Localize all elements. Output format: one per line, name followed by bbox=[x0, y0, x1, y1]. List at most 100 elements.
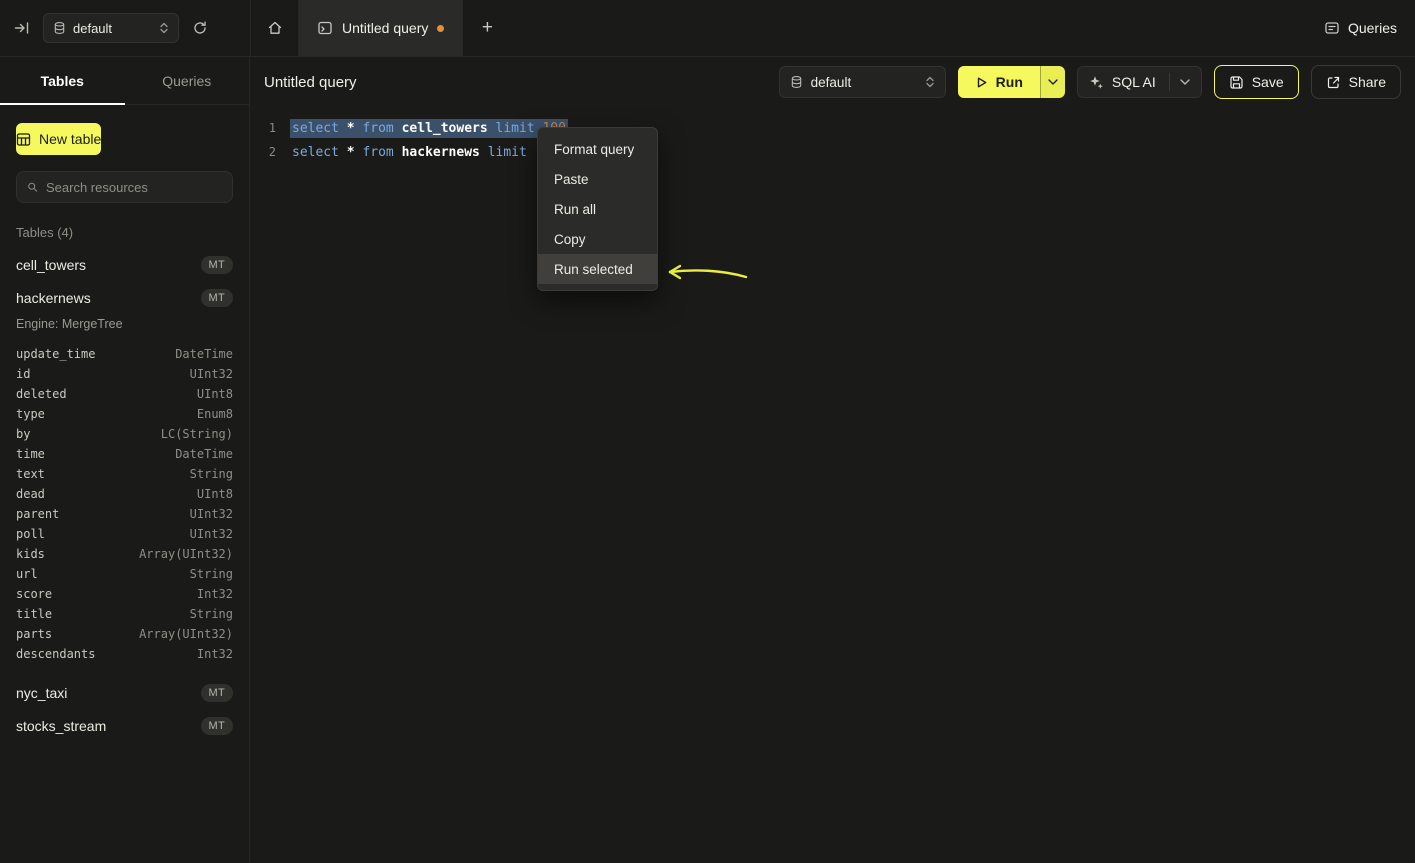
menu-item-copy[interactable]: Copy bbox=[538, 224, 657, 254]
share-button[interactable]: Share bbox=[1311, 65, 1401, 99]
column-row: update_time DateTime bbox=[16, 344, 233, 364]
tab-untitled-query[interactable]: Untitled query bbox=[298, 0, 463, 56]
tables-list: cell_towersMThackernewsMTEngine: MergeTr… bbox=[0, 248, 249, 742]
main: Untitled query default Run bbox=[250, 57, 1415, 863]
column-name: type bbox=[16, 407, 45, 421]
run-button[interactable]: Run bbox=[958, 66, 1040, 98]
queries-button[interactable]: Queries bbox=[1324, 20, 1397, 36]
table-name: hackernews bbox=[16, 290, 91, 306]
chevron-down-icon bbox=[1180, 79, 1190, 85]
topbar-right: Queries bbox=[1324, 0, 1397, 56]
column-type: LC(String) bbox=[161, 427, 233, 441]
table-row[interactable]: hackernews MT bbox=[0, 281, 249, 314]
column-name: deleted bbox=[16, 387, 67, 401]
column-name: update_time bbox=[16, 347, 95, 361]
new-table-button[interactable]: New table bbox=[16, 123, 101, 155]
sidebar-tabs: Tables Queries bbox=[0, 57, 249, 105]
editor-header: Untitled query default Run bbox=[250, 57, 1415, 107]
database-selector-value: default bbox=[73, 21, 112, 36]
column-row: score Int32 bbox=[16, 584, 233, 604]
column-name: parent bbox=[16, 507, 59, 521]
run-split-button: Run bbox=[958, 66, 1065, 98]
column-name: dead bbox=[16, 487, 45, 501]
new-tab-button[interactable]: + bbox=[463, 0, 511, 56]
sparkle-icon bbox=[1089, 75, 1104, 90]
tab-label: Untitled query bbox=[342, 20, 428, 36]
column-name: text bbox=[16, 467, 45, 481]
run-label: Run bbox=[996, 74, 1023, 90]
menu-item-paste[interactable]: Paste bbox=[538, 164, 657, 194]
column-type: Enum8 bbox=[197, 407, 233, 421]
save-button[interactable]: Save bbox=[1214, 65, 1299, 99]
column-name: score bbox=[16, 587, 52, 601]
search-input[interactable] bbox=[46, 180, 222, 195]
chevron-down-icon bbox=[1048, 79, 1058, 85]
column-row: titleString bbox=[16, 604, 233, 624]
column-row: timeDateTime bbox=[16, 444, 233, 464]
table-name: stocks_stream bbox=[16, 718, 106, 734]
tables-section-label: Tables (4) bbox=[16, 225, 233, 240]
column-type: String bbox=[190, 567, 233, 581]
sidebar-tab-queries[interactable]: Queries bbox=[125, 57, 250, 104]
run-options-button[interactable] bbox=[1040, 66, 1065, 98]
menu-item-format-query[interactable]: Format query bbox=[538, 134, 657, 164]
menu-item-run-selected[interactable]: Run selected bbox=[538, 254, 657, 284]
database-selector-editor[interactable]: default bbox=[779, 66, 946, 98]
queries-label: Queries bbox=[1348, 20, 1397, 36]
topbar-left: default bbox=[0, 0, 250, 56]
column-type: Array(UInt32) bbox=[139, 547, 233, 561]
collapse-sidebar-icon[interactable] bbox=[14, 20, 30, 36]
column-name: parts bbox=[16, 627, 52, 641]
sql-ai-button[interactable]: SQL AI bbox=[1077, 66, 1202, 98]
column-type: UInt8 bbox=[197, 387, 233, 401]
topbar: default Untitled query + bbox=[0, 0, 1415, 57]
home-icon bbox=[267, 20, 283, 36]
column-type: Int32 bbox=[197, 587, 233, 601]
table-row[interactable]: nyc_taxiMT bbox=[0, 676, 249, 709]
column-type: DateTime bbox=[175, 347, 233, 361]
column-type: String bbox=[190, 607, 233, 621]
database-selector-topbar[interactable]: default bbox=[43, 13, 179, 43]
table-row[interactable]: stocks_streamMT bbox=[0, 709, 249, 742]
sidebar-tab-tables[interactable]: Tables bbox=[0, 57, 125, 104]
sql-editor[interactable]: 1 select * from cell_towers limit 100 2 sel… bbox=[250, 107, 1415, 164]
code-line[interactable]: 2 select * from hackernews limit bbox=[250, 140, 1415, 164]
code-line[interactable]: 1 select * from cell_towers limit 100 bbox=[250, 116, 1415, 140]
column-row: deleted UInt8 bbox=[16, 384, 233, 404]
column-type: Array(UInt32) bbox=[139, 627, 233, 641]
column-name: id bbox=[16, 367, 30, 381]
engine-badge: MT bbox=[201, 256, 233, 274]
menu-item-run-all[interactable]: Run all bbox=[538, 194, 657, 224]
code-text: select * from hackernews limit bbox=[290, 143, 529, 162]
table-grid-icon bbox=[16, 132, 31, 147]
column-row: byLC(String) bbox=[16, 424, 233, 444]
search-box bbox=[16, 171, 233, 203]
column-name: url bbox=[16, 567, 38, 581]
home-button[interactable] bbox=[251, 0, 298, 56]
queries-icon bbox=[1324, 20, 1340, 36]
code-text: select * from cell_towers limit 100 bbox=[290, 119, 568, 138]
column-type: UInt32 bbox=[190, 507, 233, 521]
chevron-updown-icon bbox=[925, 75, 935, 89]
line-number: 1 bbox=[250, 121, 276, 135]
columns-list: update_timeDateTimeidUInt32deletedUInt8t… bbox=[0, 338, 249, 676]
sidebar-tab-tables-label: Tables bbox=[41, 73, 84, 89]
database-icon bbox=[53, 21, 66, 35]
line-number: 2 bbox=[250, 145, 276, 159]
column-row: parent UInt32 bbox=[16, 504, 233, 524]
column-row: deadUInt8 bbox=[16, 484, 233, 504]
column-name: poll bbox=[16, 527, 45, 541]
share-label: Share bbox=[1349, 74, 1386, 90]
column-row: url String bbox=[16, 564, 233, 584]
column-row: descendantsInt32 bbox=[16, 644, 233, 664]
engine-badge: MT bbox=[201, 289, 233, 307]
column-type: DateTime bbox=[175, 447, 233, 461]
query-title: Untitled query bbox=[264, 74, 357, 91]
save-label: Save bbox=[1252, 74, 1284, 90]
table-row[interactable]: cell_towersMT bbox=[0, 248, 249, 281]
unsaved-changes-dot bbox=[437, 25, 444, 32]
column-row: idUInt32 bbox=[16, 364, 233, 384]
sql-ai-label: SQL AI bbox=[1112, 74, 1156, 90]
save-icon bbox=[1229, 75, 1244, 90]
refresh-icon[interactable] bbox=[192, 20, 208, 36]
